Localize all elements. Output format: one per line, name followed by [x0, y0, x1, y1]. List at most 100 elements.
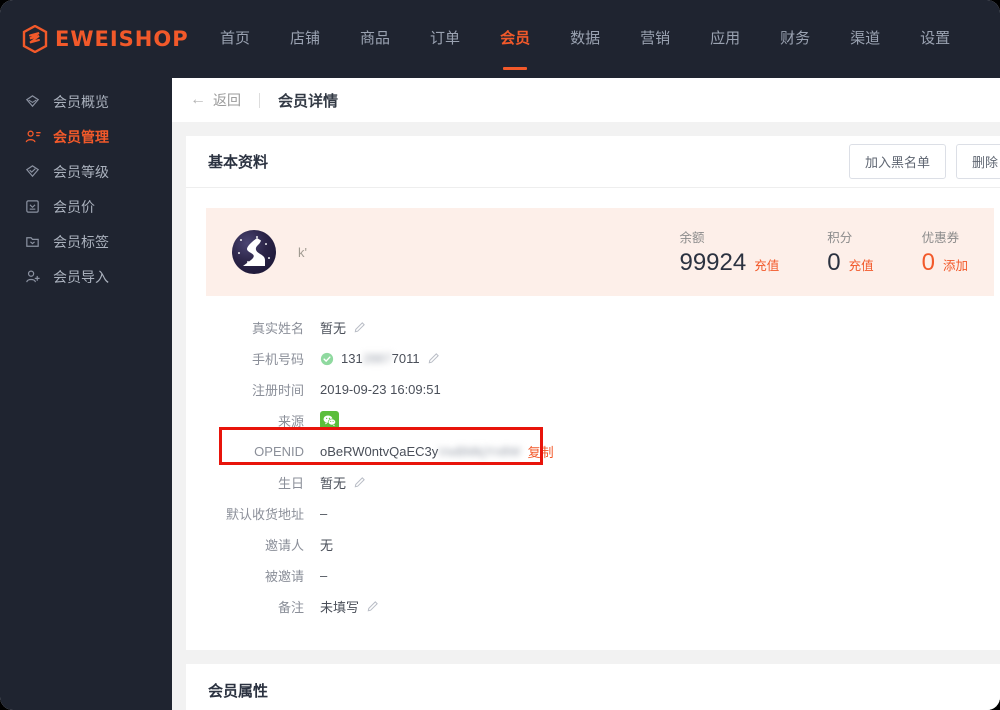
row-value-group: 无: [320, 535, 333, 554]
sidebar-item-label: 会员标签: [53, 233, 109, 250]
add-to-blacklist-button[interactable]: 加入黑名单: [848, 144, 946, 179]
avatar[interactable]: [232, 230, 276, 274]
row-value-masked: VwBMkjYn8W: [438, 444, 521, 459]
stat-value: 0: [827, 249, 841, 276]
row-birthday: 生日 暂无: [206, 467, 1000, 498]
row-label: 被邀请: [264, 569, 304, 584]
edit-pencil-icon[interactable]: [353, 476, 366, 489]
nav-item-home[interactable]: 首页: [200, 0, 270, 78]
nav-item-marketing[interactable]: 营销: [620, 0, 690, 78]
basic-info-card: 基本资料 加入黑名单 删除 k' 余额 99924 充值 积分 0 充值 优惠券…: [186, 136, 1000, 650]
stat-value: 0: [921, 249, 935, 276]
row-value: 未填写: [320, 600, 360, 615]
price-tag-icon: [24, 198, 41, 215]
sidebar-item-label: 会员价: [53, 198, 95, 215]
row-value: 2019-09-23 16:09:51: [320, 382, 441, 397]
delete-button[interactable]: 删除: [955, 144, 1000, 179]
arrow-left-icon: ←: [190, 91, 206, 108]
nav-item-settings[interactable]: 设置: [900, 0, 970, 78]
member-stats: 余额 99924 充值 积分 0 充值 优惠券 0 添加: [679, 227, 968, 277]
row-value-group: [320, 411, 339, 430]
stat-coupons: 优惠券 0 添加: [922, 227, 968, 277]
row-value-masked: 2887: [362, 351, 392, 366]
row-source: 来源: [206, 405, 1000, 436]
header-divider: [259, 92, 260, 108]
sidebar-item-member-import[interactable]: 会员导入: [0, 259, 172, 294]
stat-label: 优惠券: [921, 231, 960, 245]
stat-label: 余额: [679, 231, 705, 245]
row-value: 131: [341, 351, 363, 366]
nav-item-channels[interactable]: 渠道: [830, 0, 900, 78]
back-button-label: 返回: [213, 92, 241, 108]
nav-item-apps[interactable]: 应用: [690, 0, 760, 78]
edit-pencil-icon[interactable]: [353, 321, 366, 334]
sidebar-item-member-management[interactable]: 会员管理: [0, 119, 172, 154]
row-value: 暂无: [320, 476, 347, 491]
row-remark: 备注 未填写: [206, 591, 1000, 622]
member-info-rows: 真实姓名 暂无 手机号码 131 2887 7011 注册时间 2019-09-…: [186, 296, 1000, 650]
stat-points: 积分 0 充值: [827, 227, 873, 277]
hexagon-s-icon: [22, 24, 48, 54]
points-recharge-link[interactable]: 充值: [849, 255, 874, 274]
stat-label: 积分: [827, 231, 853, 245]
app-window: EWEISHOP 首页 店铺 商品 订单 会员 数据 营销 应用 财务 渠道 设…: [0, 0, 1000, 710]
diamond-check-icon: [24, 163, 41, 180]
nav-item-finance[interactable]: 财务: [760, 0, 830, 78]
row-value-group: oBeRW0ntvQaEC3y VwBMkjYn8W 复制: [320, 442, 554, 461]
row-label: 生日: [277, 476, 304, 491]
row-label: 邀请人: [264, 538, 304, 553]
top-navigation-bar: EWEISHOP 首页 店铺 商品 订单 会员 数据 营销 应用 财务 渠道 设…: [0, 0, 1000, 78]
row-value-group: –: [320, 506, 327, 521]
nav-item-list: 首页 店铺 商品 订单 会员 数据 营销 应用 财务 渠道 设置: [200, 0, 970, 78]
row-value-group: 暂无: [320, 473, 366, 492]
member-summary-banner: k' 余额 99924 充值 积分 0 充值 优惠券 0 添加: [206, 208, 994, 296]
back-button[interactable]: ← 返回: [190, 90, 241, 110]
page-header-bar: ← 返回 会员详情: [172, 78, 1000, 122]
row-value-group: 暂无: [320, 318, 366, 337]
folder-tag-icon: [24, 233, 41, 250]
nav-item-data[interactable]: 数据: [550, 0, 620, 78]
stat-value: 99924: [679, 249, 747, 276]
page-title: 会员详情: [278, 92, 339, 110]
basic-info-title: 基本资料: [208, 154, 269, 171]
sidebar-item-member-overview[interactable]: 会员概览: [0, 84, 172, 119]
row-value: 暂无: [320, 321, 347, 336]
row-inviter: 邀请人 无: [206, 529, 1000, 560]
sidebar-item-member-level[interactable]: 会员等级: [0, 154, 172, 189]
content-area: ← 返回 会员详情 基本资料 加入黑名单 删除 k' 余额 99924 充值 积…: [172, 78, 1000, 710]
sidebar-item-member-price[interactable]: 会员价: [0, 189, 172, 224]
row-invited: 被邀请 –: [206, 560, 1000, 591]
nav-item-store[interactable]: 店铺: [270, 0, 340, 78]
row-value-group: 未填写: [320, 597, 379, 616]
row-value: oBeRW0ntvQaEC3y: [320, 444, 439, 459]
basic-info-card-header: 基本资料 加入黑名单 删除: [186, 136, 1000, 188]
sidebar-item-label: 会员导入: [53, 268, 109, 285]
edit-pencil-icon[interactable]: [427, 352, 440, 365]
card-action-group: 加入黑名单 删除: [848, 144, 1000, 179]
nav-item-members[interactable]: 会员: [480, 0, 550, 78]
row-real-name: 真实姓名 暂无: [206, 312, 1000, 343]
coupon-add-link[interactable]: 添加: [943, 255, 968, 274]
row-register-time: 注册时间 2019-09-23 16:09:51: [206, 374, 1000, 405]
brand-logo[interactable]: EWEISHOP: [22, 24, 200, 54]
edit-pencil-icon[interactable]: [366, 600, 379, 613]
row-label: 备注: [277, 600, 304, 615]
sidebar-item-label: 会员等级: [53, 163, 109, 180]
row-value-group: 131 2887 7011: [320, 351, 440, 366]
member-attributes-card: 会员属性: [186, 664, 1000, 710]
row-label: 注册时间: [251, 383, 304, 398]
brand-name: EWEISHOP: [55, 27, 189, 51]
sidebar-item-member-tag[interactable]: 会员标签: [0, 224, 172, 259]
copy-openid-link[interactable]: 复制: [528, 442, 554, 461]
sidebar: 会员概览 会员管理 会员等级 会员价 会员标签 会员导入: [0, 78, 172, 710]
row-openid: OPENID oBeRW0ntvQaEC3y VwBMkjYn8W 复制: [206, 436, 1000, 467]
nav-item-orders[interactable]: 订单: [410, 0, 480, 78]
balance-recharge-link[interactable]: 充值: [754, 255, 779, 274]
row-label: OPENID: [254, 444, 304, 459]
member-attributes-card-header: 会员属性: [186, 664, 1000, 710]
diamond-icon: [24, 93, 41, 110]
row-value-group: –: [320, 568, 327, 583]
member-username: k': [298, 244, 307, 260]
row-label: 手机号码: [251, 352, 304, 367]
nav-item-goods[interactable]: 商品: [340, 0, 410, 78]
